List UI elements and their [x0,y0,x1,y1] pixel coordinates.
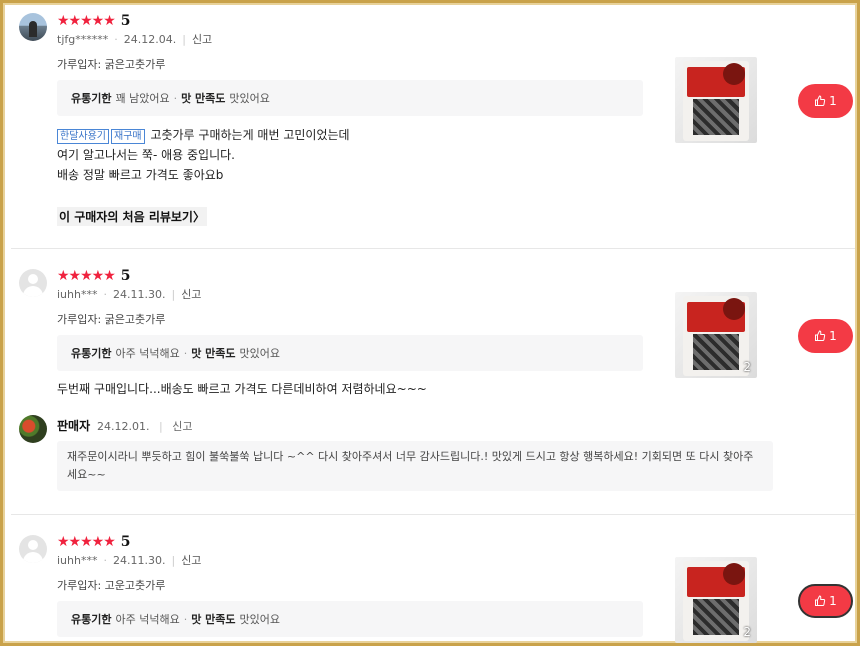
summary-value: 맛있어요 [239,347,280,360]
photo-circle [723,298,745,320]
rating-score: 5 [120,268,131,284]
thumbs-up-icon [815,95,826,106]
review-line: 배송 정말 빠르고 가격도 좋아요b [57,168,224,182]
photo-pattern [693,99,739,135]
like-button[interactable]: 1 [798,319,853,353]
review-meta: tjfg****** · 24.12.04. | 신고 [57,31,212,47]
thumbs-up-icon [815,595,826,606]
photo-pattern [693,599,739,635]
rating: ★★★★★ 5 [57,268,131,284]
summary-key: 유통기한 [71,347,112,360]
like-button[interactable]: 1 [798,84,853,118]
report-link[interactable]: 신고 [172,420,192,433]
review-summary: 유통기한 아주 넉넉해요 · 맛 만족도 맛있어요 [57,335,643,371]
avatar [19,13,47,41]
review-summary: 유통기한 꽤 남았어요 · 맛 만족도 맛있어요 [57,80,643,116]
avatar [19,269,47,297]
separator-dot: · [114,32,118,46]
chevron-right-icon: 〉 [192,210,205,224]
review-body: 한달사용기 재구매 고춧가루 구매하는게 매번 고민이었는데 여기 알고나서는 쭉… [57,125,350,185]
seller-reply-meta: 24.12.01. | 신고 [97,418,192,434]
summary-value: 맛있어요 [239,613,280,626]
review-item: ★★★★★ 5 iuhh*** · 24.11.30. | 신고 가루입자: 굵… [11,249,855,515]
photo-count: 2 [743,625,751,639]
review-text: 고춧가루 구매하는게 매번 고민이었는데 [150,128,350,142]
review-body: 두번째 구매입니다...배송도 빠르고 가격도 다른데비하여 저렴하네요~~~ [57,379,427,399]
separator-bar: | [171,553,176,567]
review-tag: 한달사용기 [57,129,109,144]
rating: ★★★★★ 5 [57,13,131,29]
photo-count: 2 [743,360,751,374]
seller-reply-text: 재주문이시라니 뿌듯하고 힘이 불쑥불쑥 납니다 ~^^ 다시 찾아주셔서 너무… [57,441,773,491]
summary-key: 맛 만족도 [191,613,236,626]
summary-separator: · [183,612,188,626]
option-label: 가루입자: 굵은고춧가루 [57,313,166,326]
review-photo[interactable]: 2 [675,292,757,378]
summary-value: 아주 넉넉해요 [115,347,180,360]
review-item: ★★★★★ 5 iuhh*** · 24.11.30. | 신고 가루입자: 고… [11,515,855,643]
first-review-label: 이 구매자의 처음 리뷰보기 [59,210,193,224]
photo-pattern [693,334,739,370]
rating-score: 5 [120,13,131,29]
seller-avatar [19,415,47,443]
like-count: 1 [829,329,837,343]
review-line: 두번째 구매입니다...배송도 빠르고 가격도 다른데비하여 저렴하네요~~~ [57,382,427,396]
like-count: 1 [829,94,837,108]
star-rating-icon: ★★★★★ [57,534,116,550]
photo-circle [723,63,745,85]
rating-score: 5 [120,534,131,550]
separator-bar: | [171,287,176,301]
summary-key: 유통기한 [71,92,112,105]
separator-dot: · [103,553,107,567]
summary-separator: · [183,346,188,360]
summary-value: 맛있어요 [229,92,270,105]
summary-key: 맛 만족도 [191,347,236,360]
report-link[interactable]: 신고 [181,552,201,568]
review-line: 한달사용기 재구매 고춧가루 구매하는게 매번 고민이었는데 [57,125,350,145]
thumbs-up-icon [815,330,826,341]
option-label: 가루입자: 굵은고춧가루 [57,58,166,71]
photo-circle [723,563,745,585]
seller-reply-date: 24.12.01. [97,420,150,433]
summary-value: 꽤 남았어요 [115,92,170,105]
reviewer-id: iuhh*** [57,553,98,567]
report-link[interactable]: 신고 [192,31,212,47]
review-meta: iuhh*** · 24.11.30. | 신고 [57,286,201,302]
review-summary: 유통기한 아주 넉넉해요 · 맛 만족도 맛있어요 [57,601,643,637]
review-date: 24.11.30. [112,553,166,567]
review-item: ★★★★★ 5 tjfg****** · 24.12.04. | 신고 가루입자… [11,3,855,249]
review-list-frame: ★★★★★ 5 tjfg****** · 24.12.04. | 신고 가루입자… [0,0,860,646]
review-photo[interactable] [675,57,757,143]
rating: ★★★★★ 5 [57,534,131,550]
star-rating-icon: ★★★★★ [57,13,116,29]
review-date: 24.11.30. [112,287,166,301]
option-label: 가루입자: 고운고춧가루 [57,579,166,592]
star-rating-icon: ★★★★★ [57,268,116,284]
separator-bar: | [158,420,163,433]
separator-dot: · [103,287,107,301]
reviewer-id: iuhh*** [57,287,98,301]
first-review-link[interactable]: 이 구매자의 처음 리뷰보기〉 [57,207,207,226]
summary-separator: · [173,91,178,105]
review-date: 24.12.04. [123,32,177,46]
review-meta: iuhh*** · 24.11.30. | 신고 [57,552,201,568]
seller-name: 판매자 [57,419,91,433]
review-tag: 재구매 [111,129,145,144]
avatar [19,535,47,563]
review-line: 여기 알고나서는 쭉- 애용 중입니다. [57,148,235,162]
review-photo[interactable]: 2 [675,557,757,643]
reviewer-id: tjfg****** [57,32,109,46]
separator-bar: | [182,32,186,46]
like-button[interactable]: 1 [798,584,853,618]
summary-key: 유통기한 [71,613,112,626]
like-count: 1 [829,594,837,608]
report-link[interactable]: 신고 [181,286,201,302]
summary-value: 아주 넉넉해요 [115,613,180,626]
summary-key: 맛 만족도 [181,92,226,105]
